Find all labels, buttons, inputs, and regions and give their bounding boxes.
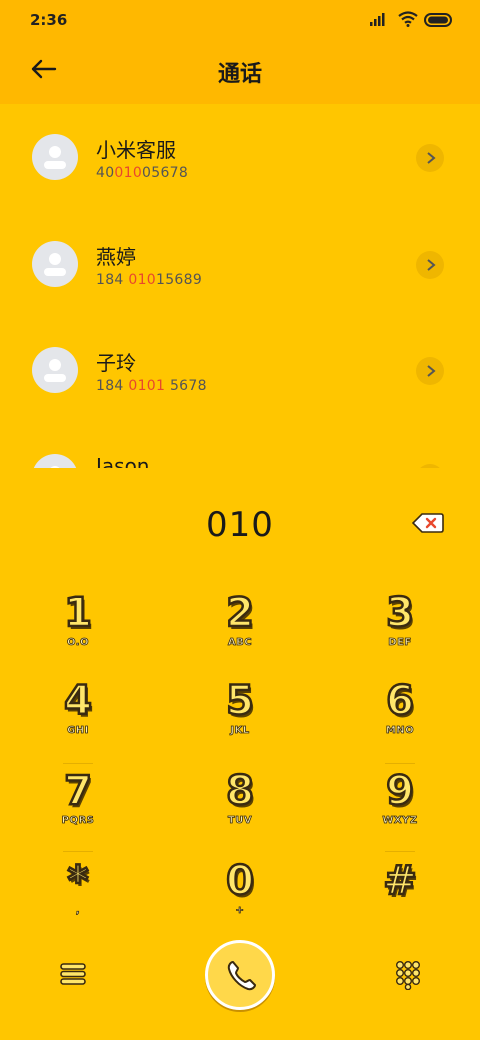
divider <box>385 763 415 764</box>
backspace-icon <box>411 513 444 533</box>
match-highlight: 010 <box>128 272 156 288</box>
contact-name: Jason <box>96 454 150 468</box>
contact-name: 子玲 <box>96 351 136 375</box>
chevron-right-icon <box>427 365 436 377</box>
divider <box>63 763 93 764</box>
contact-name: 燕婷 <box>96 245 136 269</box>
chevron-right-icon <box>427 259 436 271</box>
battery-icon <box>424 13 454 31</box>
key-6[interactable]: 6 MNO <box>340 676 460 762</box>
match-highlight: 010 <box>114 165 143 181</box>
key-9[interactable]: 9 WXYZ <box>340 766 460 852</box>
contact-detail-button[interactable] <box>416 251 444 279</box>
wifi-icon <box>398 11 418 31</box>
status-bar: 2:36 <box>0 0 480 40</box>
avatar <box>32 347 78 393</box>
contact-row[interactable]: 燕婷 184 01015689 <box>0 211 480 317</box>
contact-number: 184 01015689 <box>96 272 203 288</box>
delete-button[interactable] <box>411 512 444 534</box>
key-4[interactable]: 4 GHI <box>18 676 138 762</box>
page-title: 通话 <box>217 62 262 87</box>
key-1[interactable]: 1 O.O <box>18 588 138 674</box>
status-time: 2:36 <box>30 11 68 29</box>
app-header: 2:36 通话 <box>0 0 480 104</box>
chevron-right-icon <box>427 152 436 164</box>
avatar <box>32 134 78 180</box>
match-highlight: 0101 <box>128 378 166 394</box>
contact-detail-button[interactable] <box>416 144 444 172</box>
call-button[interactable] <box>205 940 275 1010</box>
contact-detail-button[interactable] <box>416 357 444 385</box>
key-0[interactable]: 0 + <box>180 856 300 942</box>
contact-number: 4001005678 <box>96 165 189 181</box>
contact-number: 184 0101 5678 <box>96 378 207 394</box>
key-3[interactable]: 3 DEF <box>340 588 460 674</box>
dialed-number: 010 <box>206 505 274 545</box>
contact-row[interactable]: 小米客服 4001005678 <box>0 104 480 210</box>
key-hash[interactable]: # <box>340 856 460 942</box>
contact-list: 小米客服 4001005678 燕婷 184 01015689 子玲 184 0… <box>0 104 480 468</box>
key-7[interactable]: 7 PQRS <box>18 766 138 852</box>
keypad-icon <box>396 961 421 991</box>
divider <box>63 851 93 852</box>
menu-icon <box>60 963 86 985</box>
phone-icon <box>227 961 256 991</box>
contact-row[interactable]: Jason <box>0 424 480 468</box>
avatar <box>32 241 78 287</box>
key-5[interactable]: 5 JKL <box>180 676 300 762</box>
avatar <box>32 454 78 468</box>
menu-button[interactable] <box>60 962 86 990</box>
key-star[interactable]: *, <box>18 856 138 942</box>
key-2[interactable]: 2 ABC <box>180 588 300 674</box>
keypad-toggle-button[interactable] <box>395 960 421 994</box>
contact-detail-button[interactable] <box>416 464 444 468</box>
signal-icon <box>370 12 388 30</box>
contact-row[interactable]: 子玲 184 0101 5678 <box>0 317 480 423</box>
key-8[interactable]: 8 TUV <box>180 766 300 852</box>
divider <box>385 851 415 852</box>
contact-name: 小米客服 <box>96 138 176 162</box>
